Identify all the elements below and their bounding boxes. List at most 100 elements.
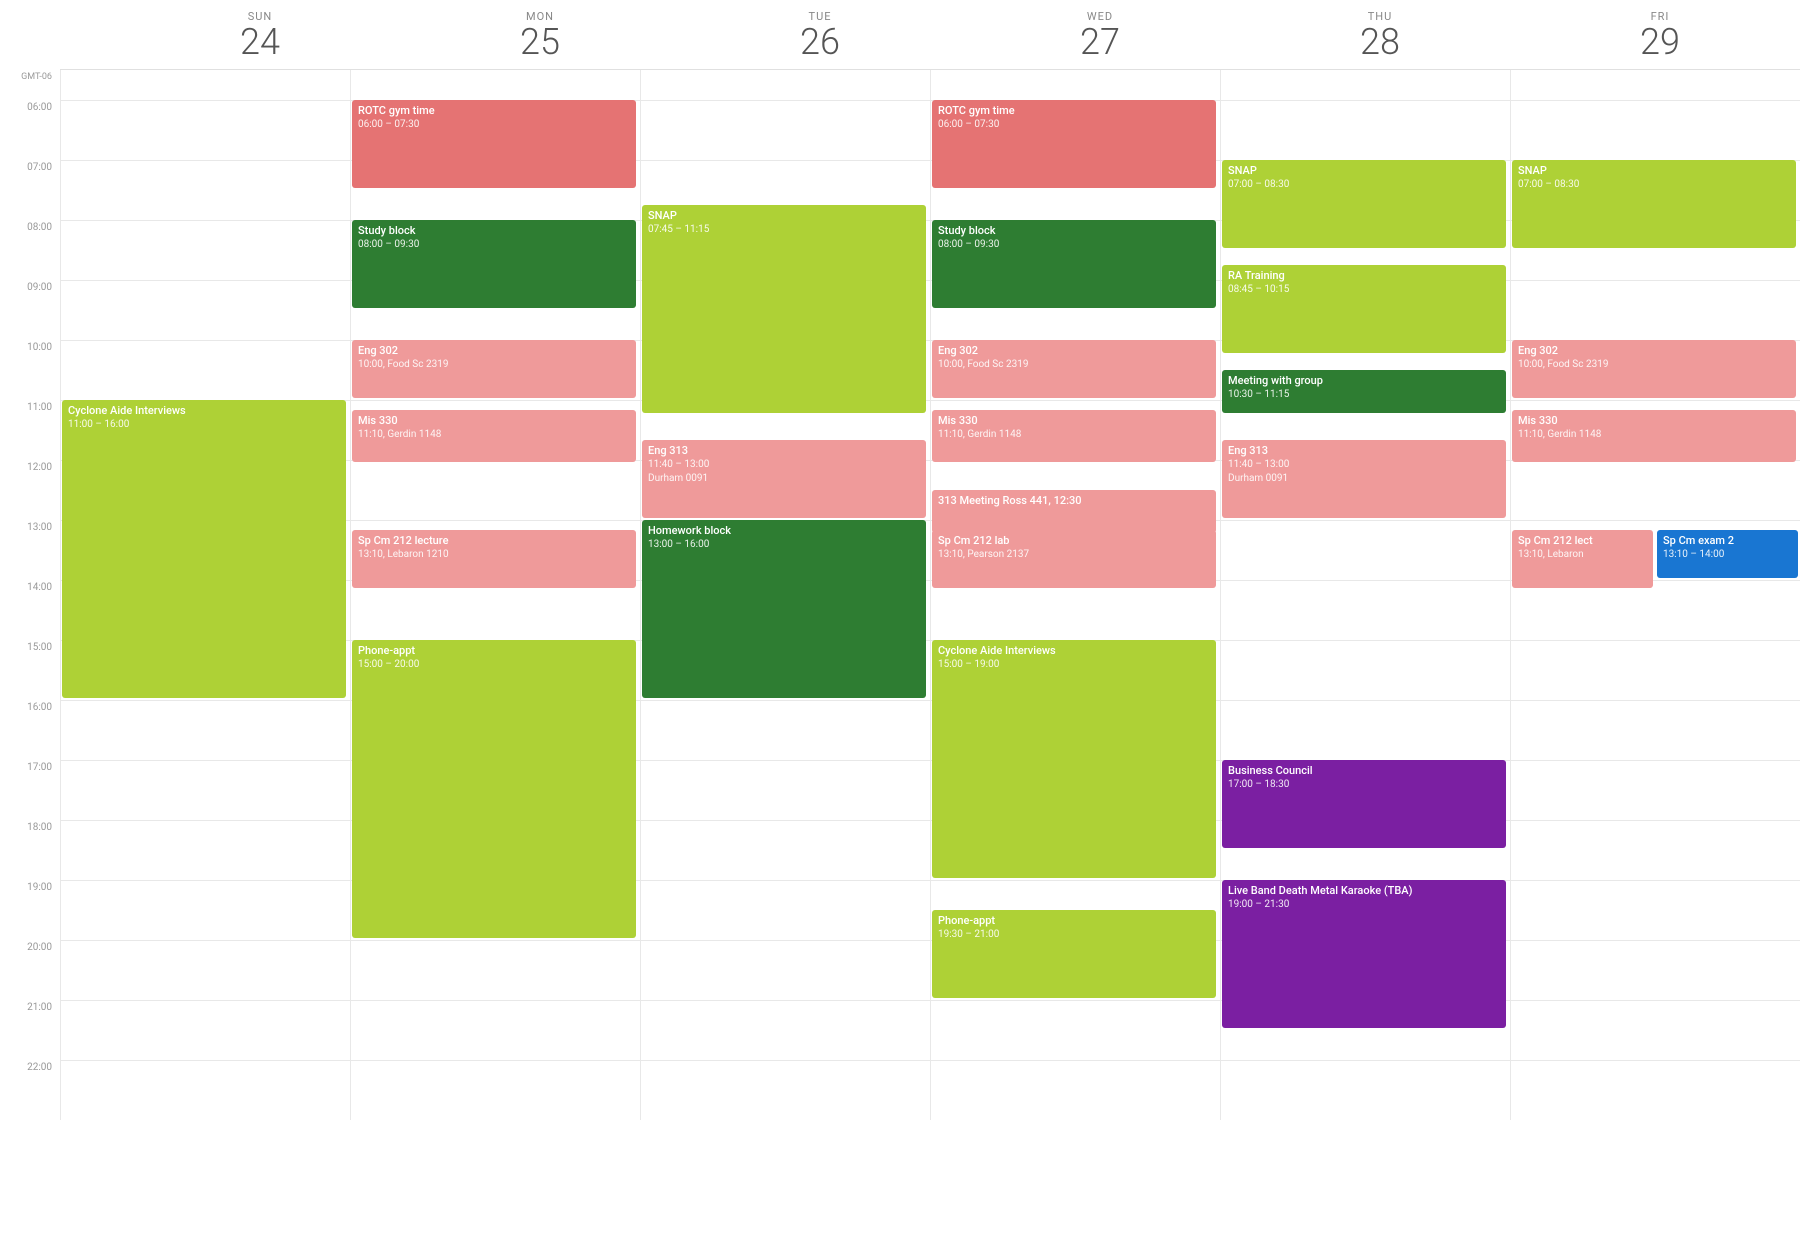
event-snap-tue[interactable]: SNAP07:45 – 11:15 bbox=[642, 205, 926, 413]
event-live-band-thu[interactable]: Live Band Death Metal Karaoke (TBA)19:00… bbox=[1222, 880, 1506, 1028]
day-header-fri: FRI 29 bbox=[1520, 0, 1800, 69]
event-eng313-thu[interactable]: Eng 31311:40 – 13:00Durham 0091 bbox=[1222, 440, 1506, 518]
time-label-0900: 09:00 bbox=[0, 280, 60, 340]
event-meeting-group-thu[interactable]: Meeting with group10:30 – 11:15 bbox=[1222, 370, 1506, 413]
event-title-cyclone-sun: Cyclone Aide Interviews bbox=[68, 404, 340, 419]
event-time-phone-appt-wed: 19:30 – 21:00 bbox=[938, 928, 1210, 942]
grid-area: ROTC gym time06:00 – 07:30ROTC gym time0… bbox=[60, 70, 1800, 1120]
event-time-eng313-tue: 11:40 – 13:00Durham 0091 bbox=[648, 458, 920, 485]
event-time-eng302-wed: 10:00, Food Sc 2319 bbox=[938, 358, 1210, 372]
event-eng302-fri[interactable]: Eng 30210:00, Food Sc 2319 bbox=[1512, 340, 1796, 398]
event-time-ra-training-thu: 08:45 – 10:15 bbox=[1228, 283, 1500, 297]
time-label-1600: 16:00 bbox=[0, 700, 60, 760]
event-spcm-exam2-fri[interactable]: Sp Cm exam 213:10 – 14:00 bbox=[1657, 530, 1798, 578]
event-time-rotc-mon: 06:00 – 07:30 bbox=[358, 118, 630, 132]
event-title-meeting-group-thu: Meeting with group bbox=[1228, 374, 1500, 389]
event-time-rotc-wed: 06:00 – 07:30 bbox=[938, 118, 1210, 132]
event-title-study-mon: Study block bbox=[358, 224, 630, 239]
event-spcm212lab-wed[interactable]: Sp Cm 212 lab13:10, Pearson 2137 bbox=[932, 530, 1216, 588]
event-title-rotc-wed: ROTC gym time bbox=[938, 104, 1210, 119]
day-number-fri: 29 bbox=[1520, 23, 1800, 63]
event-mis330-wed[interactable]: Mis 33011:10, Gerdin 1148 bbox=[932, 410, 1216, 462]
event-mis330-mon[interactable]: Mis 33011:10, Gerdin 1148 bbox=[352, 410, 636, 462]
event-title-eng302-mon: Eng 302 bbox=[358, 344, 630, 359]
event-homework-tue[interactable]: Homework block13:00 – 16:00 bbox=[642, 520, 926, 698]
time-label-2000: 20:00 bbox=[0, 940, 60, 1000]
event-title-homework-tue: Homework block bbox=[648, 524, 920, 539]
event-time-snap-thu: 07:00 – 08:30 bbox=[1228, 178, 1500, 192]
event-time-snap-tue: 07:45 – 11:15 bbox=[648, 223, 920, 237]
event-phone-appt-wed[interactable]: Phone-appt19:30 – 21:00 bbox=[932, 910, 1216, 998]
time-label-0600: 06:00 bbox=[0, 100, 60, 160]
time-gutter: GMT-0606:0007:0008:0009:0010:0011:0012:0… bbox=[0, 70, 60, 1120]
event-time-mis330-wed: 11:10, Gerdin 1148 bbox=[938, 428, 1210, 442]
event-rotc-wed[interactable]: ROTC gym time06:00 – 07:30 bbox=[932, 100, 1216, 188]
event-study-mon[interactable]: Study block08:00 – 09:30 bbox=[352, 220, 636, 308]
event-title-eng313-thu: Eng 313 bbox=[1228, 444, 1500, 459]
event-time-spcm212lab-wed: 13:10, Pearson 2137 bbox=[938, 548, 1210, 562]
day-number-thu: 28 bbox=[1240, 23, 1520, 63]
event-title-spcm212-mon: Sp Cm 212 lecture bbox=[358, 534, 630, 549]
event-title-snap-thu: SNAP bbox=[1228, 164, 1500, 179]
event-time-business-council-thu: 17:00 – 18:30 bbox=[1228, 778, 1500, 792]
event-time-study-wed: 08:00 – 09:30 bbox=[938, 238, 1210, 252]
day-header-thu: THU 28 bbox=[1240, 0, 1520, 69]
event-time-eng302-mon: 10:00, Food Sc 2319 bbox=[358, 358, 630, 372]
time-label-1500: 15:00 bbox=[0, 640, 60, 700]
calendar-body: GMT-0606:0007:0008:0009:0010:0011:0012:0… bbox=[0, 70, 1800, 1120]
time-label-1300: 13:00 bbox=[0, 520, 60, 580]
day-header-mon: MON 25 bbox=[400, 0, 680, 69]
gmt-label-spacer bbox=[60, 0, 120, 69]
event-spcm212-fri[interactable]: Sp Cm 212 lect13:10, Lebaron bbox=[1512, 530, 1653, 588]
event-cyclone-wed[interactable]: Cyclone Aide Interviews15:00 – 19:00 bbox=[932, 640, 1216, 878]
event-title-ra-training-thu: RA Training bbox=[1228, 269, 1500, 284]
time-label-0700: 07:00 bbox=[0, 160, 60, 220]
event-ra-training-thu[interactable]: RA Training08:45 – 10:15 bbox=[1222, 265, 1506, 353]
event-title-eng302-wed: Eng 302 bbox=[938, 344, 1210, 359]
time-label-1400: 14:00 bbox=[0, 580, 60, 640]
event-time-cyclone-wed: 15:00 – 19:00 bbox=[938, 658, 1210, 672]
event-study-wed[interactable]: Study block08:00 – 09:30 bbox=[932, 220, 1216, 308]
time-label-1200: 12:00 bbox=[0, 460, 60, 520]
event-snap-thu[interactable]: SNAP07:00 – 08:30 bbox=[1222, 160, 1506, 248]
event-mis330-fri[interactable]: Mis 33011:10, Gerdin 1148 bbox=[1512, 410, 1796, 462]
event-cyclone-sun[interactable]: Cyclone Aide Interviews11:00 – 16:00 bbox=[62, 400, 346, 698]
event-title-eng302-fri: Eng 302 bbox=[1518, 344, 1790, 359]
event-title-snap-fri: SNAP bbox=[1518, 164, 1790, 179]
event-business-council-thu[interactable]: Business Council17:00 – 18:30 bbox=[1222, 760, 1506, 848]
event-time-cyclone-sun: 11:00 – 16:00 bbox=[68, 418, 340, 432]
event-eng313-tue[interactable]: Eng 31311:40 – 13:00Durham 0091 bbox=[642, 440, 926, 518]
time-label-0800: 08:00 bbox=[0, 220, 60, 280]
day-header-sun: SUN 24 bbox=[120, 0, 400, 69]
time-label-2100: 21:00 bbox=[0, 1000, 60, 1060]
event-eng302-mon[interactable]: Eng 30210:00, Food Sc 2319 bbox=[352, 340, 636, 398]
event-title-rotc-mon: ROTC gym time bbox=[358, 104, 630, 119]
event-spcm212-mon[interactable]: Sp Cm 212 lecture13:10, Lebaron 1210 bbox=[352, 530, 636, 588]
event-title-spcm212lab-wed: Sp Cm 212 lab bbox=[938, 534, 1210, 549]
day-number-sun: 24 bbox=[120, 23, 400, 63]
event-313meeting-wed[interactable]: 313 Meeting Ross 441, 12:30 bbox=[932, 490, 1216, 533]
event-title-phone-appt-wed: Phone-appt bbox=[938, 914, 1210, 929]
event-time-homework-tue: 13:00 – 16:00 bbox=[648, 538, 920, 552]
event-title-cyclone-wed: Cyclone Aide Interviews bbox=[938, 644, 1210, 659]
day-number-tue: 26 bbox=[680, 23, 960, 63]
event-time-live-band-thu: 19:00 – 21:30 bbox=[1228, 898, 1500, 912]
event-time-spcm212-mon: 13:10, Lebaron 1210 bbox=[358, 548, 630, 562]
time-label-1900: 19:00 bbox=[0, 880, 60, 940]
event-time-study-mon: 08:00 – 09:30 bbox=[358, 238, 630, 252]
time-label-1700: 17:00 bbox=[0, 760, 60, 820]
event-title-snap-tue: SNAP bbox=[648, 209, 920, 224]
event-title-313meeting-wed: 313 Meeting Ross 441, 12:30 bbox=[938, 494, 1210, 509]
event-snap-fri[interactable]: SNAP07:00 – 08:30 bbox=[1512, 160, 1796, 248]
calendar-container: SUN 24 MON 25 TUE 26 WED 27 THU 28 FRI 2… bbox=[0, 0, 1800, 1235]
event-title-spcm212-fri: Sp Cm 212 lect bbox=[1518, 534, 1647, 549]
calendar-header: SUN 24 MON 25 TUE 26 WED 27 THU 28 FRI 2… bbox=[60, 0, 1800, 70]
event-eng302-wed[interactable]: Eng 30210:00, Food Sc 2319 bbox=[932, 340, 1216, 398]
event-phone-appt-mon[interactable]: Phone-appt15:00 – 20:00 bbox=[352, 640, 636, 938]
event-rotc-mon[interactable]: ROTC gym time06:00 – 07:30 bbox=[352, 100, 636, 188]
event-time-eng302-fri: 10:00, Food Sc 2319 bbox=[1518, 358, 1790, 372]
event-title-mis330-mon: Mis 330 bbox=[358, 414, 630, 429]
time-label-1100: 11:00 bbox=[0, 400, 60, 460]
event-time-spcm212-fri: 13:10, Lebaron bbox=[1518, 548, 1647, 562]
gmt-label: GMT-06 bbox=[0, 70, 60, 100]
